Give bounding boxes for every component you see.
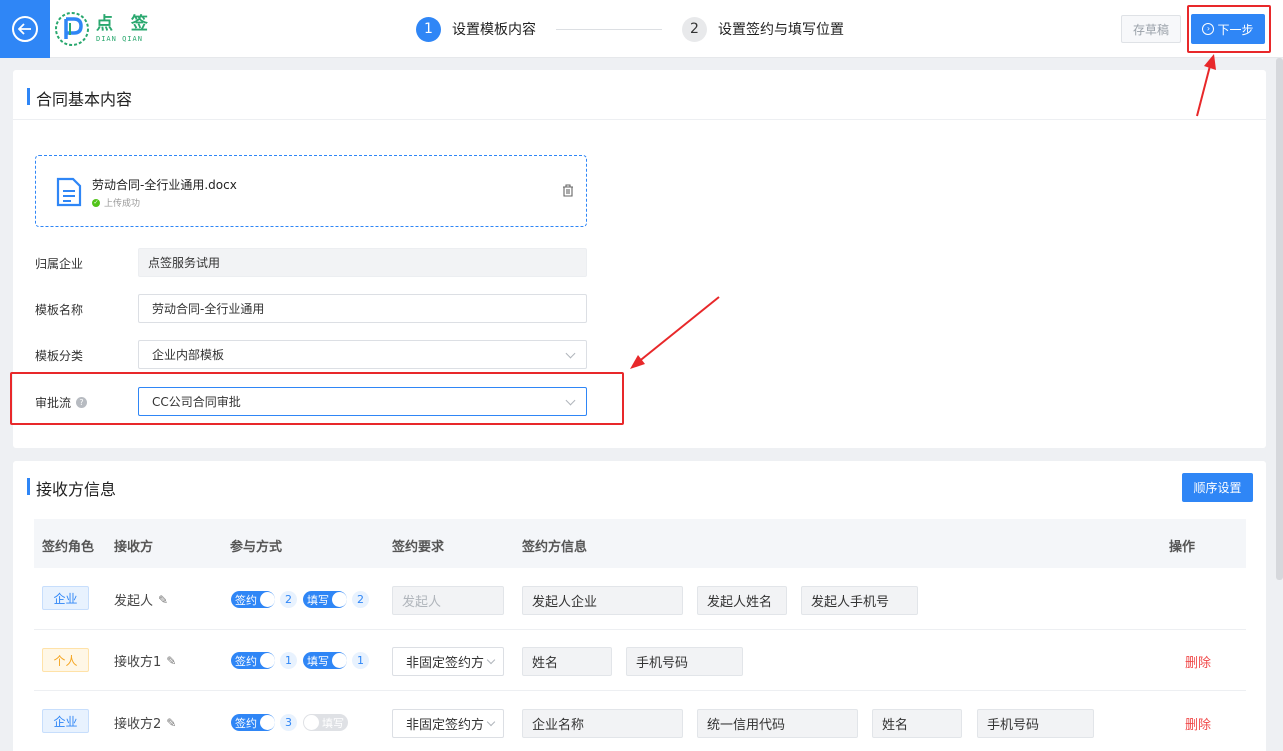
chevron-down-icon — [486, 655, 496, 665]
fill-toggle[interactable]: 填写 — [303, 714, 348, 731]
requirement-select-value: 非固定签约方 — [406, 656, 485, 671]
signer-info-field: 统一信用代码 — [697, 709, 858, 738]
step-connector — [556, 28, 662, 30]
column-header: 接收方 — [114, 540, 154, 555]
scrollbar[interactable] — [1276, 58, 1283, 580]
column-header: 签约角色 — [42, 540, 95, 555]
upload-status-text: 上传成功 — [104, 199, 141, 209]
toggle-knob — [332, 653, 347, 668]
file-name: 劳动合同-全行业通用.docx — [92, 178, 237, 192]
fill-toggle[interactable]: 填写 — [303, 652, 347, 669]
logo-subtext: DIAN QIAN — [96, 35, 143, 43]
arrow-left-icon — [12, 16, 38, 42]
sign-count: 1 — [280, 652, 297, 669]
role-badge: 企业 — [42, 709, 89, 733]
column-header: 操作 — [1169, 540, 1196, 555]
signer-info-field: 发起人姓名 — [697, 586, 787, 615]
trash-icon[interactable] — [562, 184, 574, 197]
template-name-label: 模板名称 — [35, 303, 84, 317]
sign-toggle-label: 签约 — [235, 593, 257, 607]
toggle-knob — [304, 715, 319, 730]
sign-toggle-label: 签约 — [235, 716, 257, 730]
recipient-name[interactable]: 接收方2 ✎ — [114, 713, 176, 733]
order-settings-button[interactable]: 顺序设置 — [1182, 473, 1253, 502]
fill-toggle-label: 填写 — [322, 716, 344, 730]
row-divider — [34, 629, 1246, 630]
top-bar: 点 签 DIAN QIAN 1 设置模板内容 2 设置签约与填写位置 存草稿 ›… — [0, 0, 1283, 58]
edit-icon[interactable]: ✎ — [158, 593, 168, 607]
stepper: 1 设置模板内容 2 设置签约与填写位置 — [416, 16, 844, 42]
edit-icon[interactable]: ✎ — [166, 654, 176, 668]
divider — [13, 119, 1266, 120]
row-divider — [34, 690, 1246, 691]
chevron-down-icon — [486, 717, 496, 727]
requirement-select[interactable]: 非固定签约方 — [392, 647, 504, 676]
sign-toggle[interactable]: 签约 — [231, 652, 275, 669]
template-category-label: 模板分类 — [35, 349, 84, 363]
upload-status: ✓ 上传成功 — [92, 196, 140, 209]
sign-toggle-label: 签约 — [235, 654, 257, 668]
signer-info-field: 发起人手机号 — [801, 586, 918, 615]
sign-toggle[interactable]: 签约 — [231, 714, 275, 731]
signer-info-field: 姓名 — [872, 709, 962, 738]
template-category-select[interactable]: 企业内部模板 — [138, 340, 587, 369]
section-title: 接收方信息 — [27, 476, 116, 500]
check-circle-icon: ✓ — [92, 198, 100, 207]
fill-toggle[interactable]: 填写 — [303, 591, 347, 608]
recipient-name-text: 发起人 — [114, 594, 154, 609]
logo-text: 点 签 — [96, 14, 154, 34]
signer-info-field: 企业名称 — [522, 709, 683, 738]
sign-count: 3 — [280, 714, 297, 731]
role-badge: 个人 — [42, 648, 89, 672]
logo: 点 签 DIAN QIAN — [54, 8, 154, 50]
toggle-knob — [260, 592, 275, 607]
uploaded-file-card: 劳动合同-全行业通用.docx ✓ 上传成功 — [35, 155, 587, 227]
delete-link[interactable]: 删除 — [1185, 714, 1211, 733]
back-button[interactable] — [0, 0, 50, 58]
toggle-knob — [332, 592, 347, 607]
recipient-name-text: 接收方1 — [114, 655, 162, 670]
role-badge: 企业 — [42, 586, 89, 610]
logo-mark-icon — [55, 12, 89, 46]
section-title: 合同基本内容 — [27, 86, 132, 110]
step-2-number: 2 — [682, 16, 707, 42]
signer-info-field: 手机号码 — [626, 647, 743, 676]
edit-icon[interactable]: ✎ — [166, 716, 176, 730]
step-2-label: 设置签约与填写位置 — [718, 22, 844, 38]
annotation-box — [1187, 5, 1271, 53]
toggle-knob — [260, 715, 275, 730]
step-1-number: 1 — [416, 16, 441, 42]
column-header: 参与方式 — [230, 540, 283, 555]
requirement-select[interactable]: 非固定签约方 — [392, 709, 504, 738]
fill-toggle-label: 填写 — [307, 593, 329, 607]
annotation-box — [10, 372, 624, 425]
recipient-name[interactable]: 发起人 ✎ — [114, 590, 168, 610]
recipient-name-text: 接收方2 — [114, 717, 162, 732]
chevron-down-icon — [565, 348, 576, 359]
requirement-field: 发起人 — [392, 586, 504, 615]
requirement-select-value: 非固定签约方 — [406, 718, 485, 733]
template-category-value: 企业内部模板 — [152, 348, 225, 362]
document-icon — [56, 177, 82, 207]
template-name-input[interactable]: 劳动合同-全行业通用 — [138, 294, 587, 323]
save-draft-button[interactable]: 存草稿 — [1121, 15, 1181, 43]
recipients-card: 接收方信息 顺序设置 签约角色 接收方 参与方式 签约要求 签约方信息 操作 企… — [13, 461, 1266, 751]
toggle-knob — [260, 653, 275, 668]
company-label: 归属企业 — [35, 257, 84, 271]
signer-info-field: 手机号码 — [977, 709, 1094, 738]
delete-link[interactable]: 删除 — [1185, 652, 1211, 671]
sign-count: 2 — [280, 591, 297, 608]
recipient-name[interactable]: 接收方1 ✎ — [114, 651, 176, 671]
column-header: 签约方信息 — [522, 540, 588, 555]
fill-toggle-label: 填写 — [307, 654, 329, 668]
signer-info-field: 姓名 — [522, 647, 612, 676]
fill-count: 2 — [352, 591, 369, 608]
step-1-label: 设置模板内容 — [452, 22, 536, 38]
fill-count: 1 — [352, 652, 369, 669]
table-header: 签约角色 接收方 参与方式 签约要求 签约方信息 操作 — [34, 519, 1246, 568]
signer-info-field: 发起人企业 — [522, 586, 683, 615]
company-field: 点签服务试用 — [138, 248, 587, 277]
sign-toggle[interactable]: 签约 — [231, 591, 275, 608]
column-header: 签约要求 — [392, 540, 445, 555]
